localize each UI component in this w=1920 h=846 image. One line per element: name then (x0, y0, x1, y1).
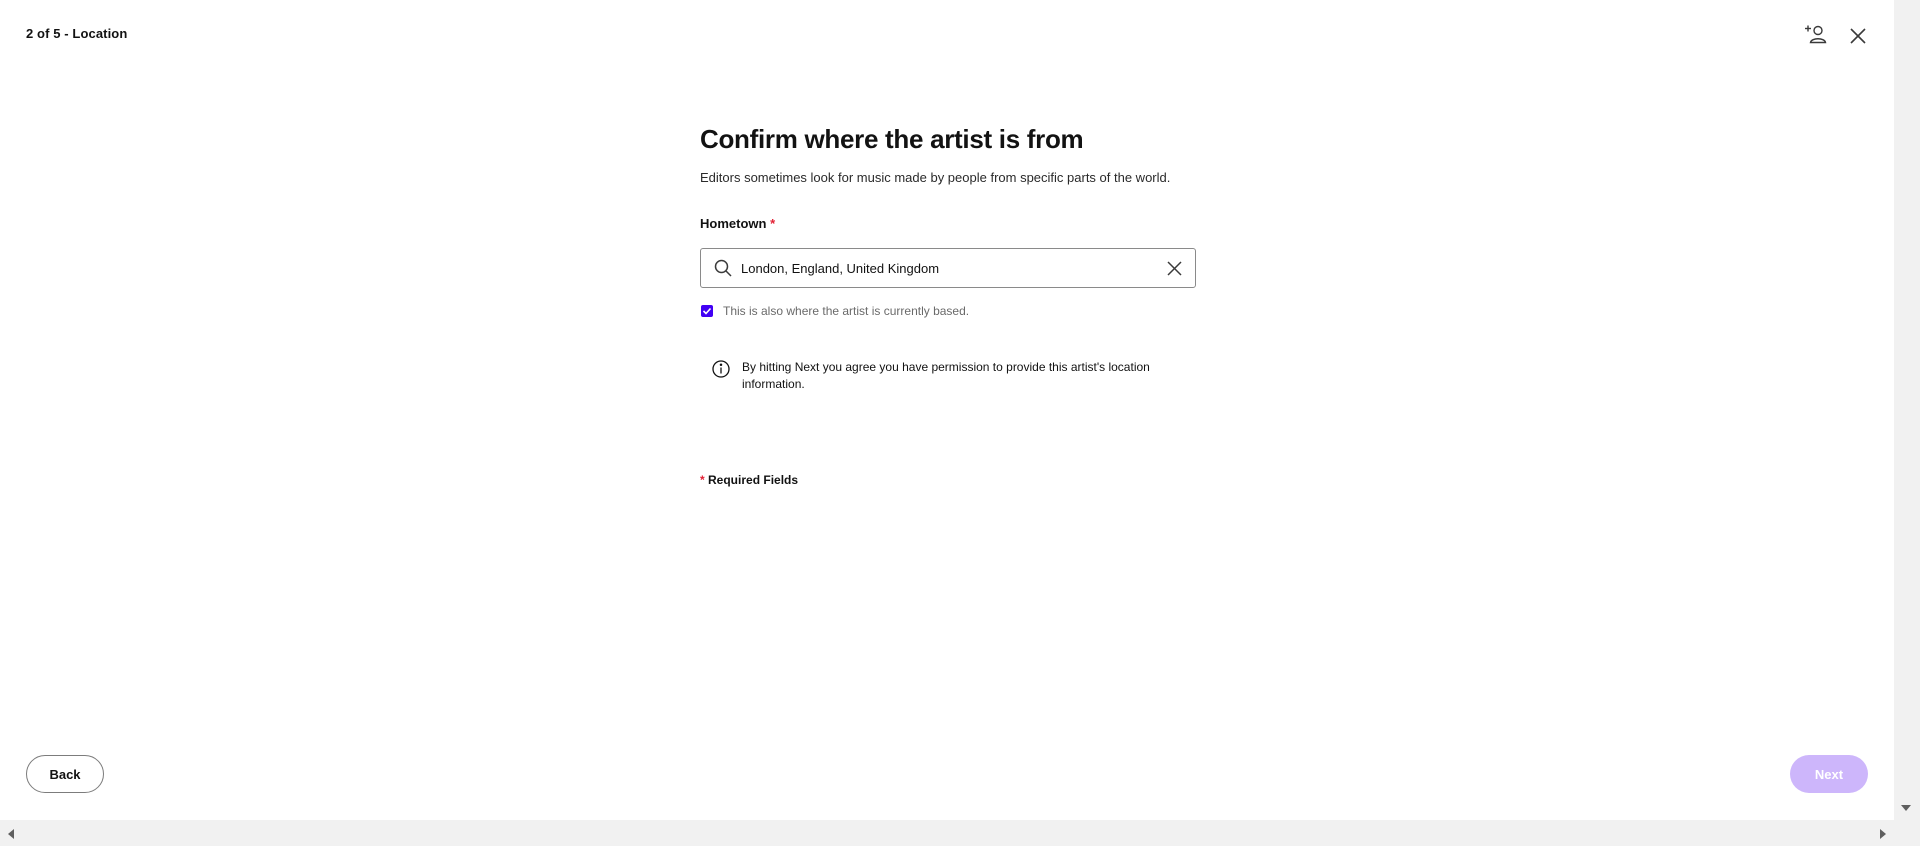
page-subtitle: Editors sometimes look for music made by… (700, 170, 1171, 185)
scroll-left-arrow-icon[interactable] (8, 829, 14, 839)
currently-based-row: This is also where the artist is current… (700, 304, 1196, 318)
page-title: Confirm where the artist is from (700, 124, 1084, 154)
next-button[interactable]: Next (1790, 755, 1868, 793)
hometown-label: Hometown * (700, 215, 1196, 233)
add-person-icon[interactable] (1802, 20, 1830, 48)
search-icon (713, 258, 733, 278)
close-icon[interactable] (1844, 22, 1872, 50)
horizontal-scrollbar[interactable] (0, 820, 1920, 846)
location-form: Confirm where the artist is from Editors… (700, 122, 1196, 487)
required-fields-note: * Required Fields (700, 473, 1196, 487)
currently-based-checkbox[interactable] (701, 305, 713, 317)
scroll-right-arrow-icon[interactable] (1880, 829, 1886, 839)
required-note-text: Required Fields (708, 473, 799, 487)
permission-text: By hitting Next you agree you have permi… (742, 360, 1150, 391)
step-label: 2 of 5 - Location (26, 26, 128, 41)
vertical-scrollbar[interactable] (1894, 0, 1920, 820)
permission-notice: By hitting Next you agree you have permi… (700, 359, 1196, 393)
page: 2 of 5 - Location Confirm where the arti… (0, 0, 1920, 846)
currently-based-label[interactable]: This is also where the artist is current… (723, 304, 969, 318)
back-button[interactable]: Back (26, 755, 104, 793)
info-icon (712, 360, 730, 378)
hometown-label-text: Hometown (700, 216, 767, 231)
required-marker: * (770, 216, 776, 231)
scroll-down-arrow-icon[interactable] (1901, 805, 1911, 811)
main-panel: 2 of 5 - Location Confirm where the arti… (0, 0, 1894, 820)
hometown-search-field[interactable] (700, 248, 1196, 288)
clear-icon[interactable] (1163, 257, 1185, 279)
required-note-marker: * (700, 473, 705, 487)
hometown-input[interactable] (741, 260, 1163, 276)
